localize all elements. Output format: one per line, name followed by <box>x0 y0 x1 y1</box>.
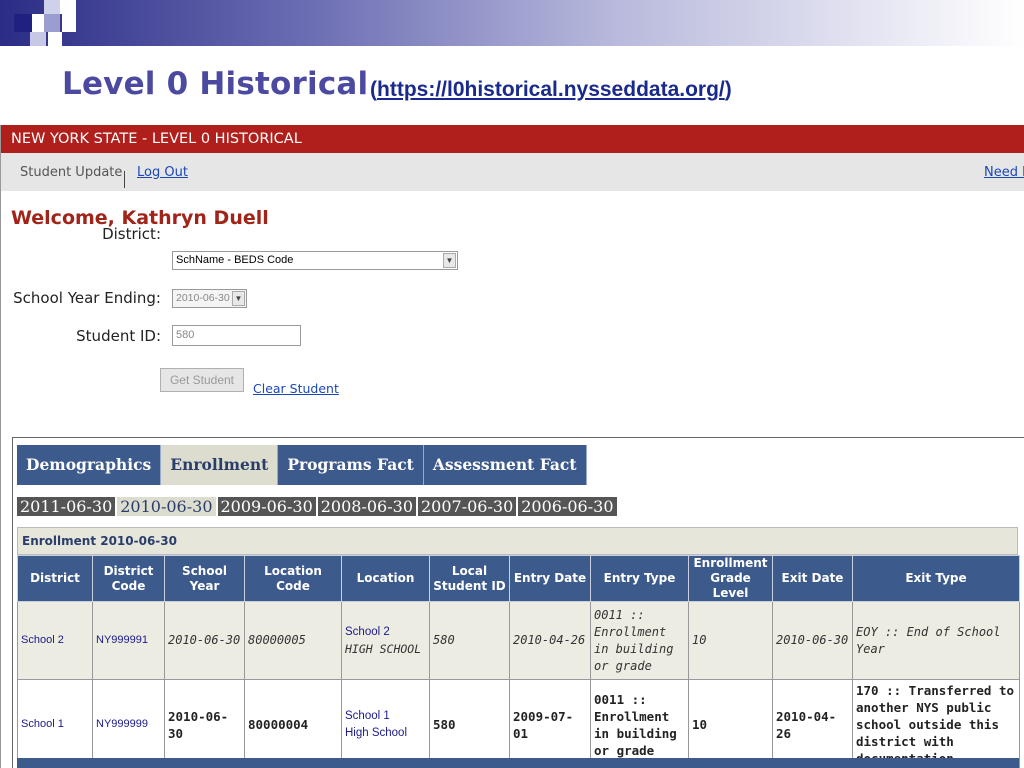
decorative-square <box>60 0 76 14</box>
year-tab-2006[interactable]: 2006-06-30 <box>518 497 617 516</box>
school-year-label: School Year Ending: <box>13 289 161 307</box>
cell-entry-date: 2009-07-01 <box>509 679 591 768</box>
district-label: District: <box>102 225 161 243</box>
cell-entry-type: 0011 :: Enrollment in building or grade <box>590 601 689 680</box>
cell-exit-type: 170 :: Transferred to another NYS public… <box>852 679 1020 768</box>
site-url-link[interactable]: https://l0historical.nysseddata.org/ <box>377 78 725 101</box>
year-tab-2007[interactable]: 2007-06-30 <box>418 497 517 516</box>
decorative-square <box>30 32 46 46</box>
year-tab-2011[interactable]: 2011-06-30 <box>17 497 116 516</box>
slide-link-wrapper: (https://l0historical.nysseddata.org/) <box>370 78 732 102</box>
tab-programs-fact[interactable]: Programs Fact <box>278 445 424 485</box>
cell-district-code: NY999991 <box>92 601 165 680</box>
tab-bar: Demographics Enrollment Programs Fact As… <box>17 445 587 485</box>
enrollment-table: District District Code School Year Locat… <box>17 555 1020 768</box>
year-tab-2008[interactable]: 2008-06-30 <box>317 497 416 516</box>
nav-help-link[interactable]: Need h <box>984 165 1024 180</box>
chevron-down-icon[interactable]: ▼ <box>232 291 245 306</box>
cell-exit-type: EOY :: End of School Year <box>852 601 1020 680</box>
student-id-input[interactable]: 580 <box>172 325 301 346</box>
year-tab-2010[interactable]: 2010-06-30 <box>117 497 216 516</box>
column-header[interactable]: Exit Date <box>772 555 853 602</box>
district-select[interactable]: SchName - BEDS Code ▼ <box>172 251 458 270</box>
table-row[interactable]: School 1 NY999999 2010-06-30 80000004 Sc… <box>17 679 1020 768</box>
column-header[interactable]: Location <box>341 555 430 602</box>
column-header[interactable]: District Code <box>92 555 165 602</box>
table-header-row: District District Code School Year Locat… <box>17 555 1020 602</box>
district-select-value: SchName - BEDS Code <box>176 254 294 266</box>
cell-district: School 2 <box>17 601 93 680</box>
student-id-label: Student ID: <box>76 327 161 345</box>
cell-school-year: 2010-06-30 <box>164 601 245 680</box>
cell-location: School 2 HIGH SCHOOL <box>341 601 430 680</box>
clear-student-link[interactable]: Clear Student <box>253 381 339 396</box>
column-header[interactable]: Enrollment Grade Level <box>688 555 773 602</box>
tab-assessment-fact[interactable]: Assessment Fact <box>423 445 587 485</box>
tab-demographics[interactable]: Demographics <box>17 445 162 485</box>
table-footer-bar <box>17 758 1019 768</box>
decorative-square <box>62 14 76 32</box>
decorative-square <box>44 0 60 14</box>
cell-district: School 1 <box>17 679 93 768</box>
location-type: HIGH SCHOOL <box>345 641 422 656</box>
year-tab-2009[interactable]: 2009-06-30 <box>217 497 316 516</box>
column-header[interactable]: Location Code <box>244 555 342 602</box>
paren-open: ( <box>370 78 377 101</box>
student-data-panel: Demographics Enrollment Programs Fact As… <box>12 437 1024 768</box>
location-name: School 2 <box>345 625 390 638</box>
app-header-title: NEW YORK STATE - LEVEL 0 HISTORICAL <box>1 125 1024 153</box>
get-student-button[interactable]: Get Student <box>160 368 244 392</box>
cell-school-year: 2010-06-30 <box>164 679 245 768</box>
decorative-square <box>44 14 60 32</box>
nav-student-update[interactable]: Student Update <box>20 165 122 180</box>
chevron-down-icon[interactable]: ▼ <box>443 253 456 268</box>
column-header[interactable]: District <box>17 555 93 602</box>
slide-title: Level 0 Historical <box>62 66 369 102</box>
cell-entry-date: 2010-04-26 <box>509 601 591 680</box>
decorative-square <box>14 14 32 32</box>
location-name: School 1 <box>345 709 390 722</box>
cell-location-code: 80000004 <box>244 679 342 768</box>
cell-grade-level: 10 <box>688 679 773 768</box>
tab-enrollment[interactable]: Enrollment <box>161 445 279 485</box>
cell-location-code: 80000005 <box>244 601 342 680</box>
cell-local-student-id: 580 <box>429 679 510 768</box>
cell-exit-date: 2010-06-30 <box>772 601 853 680</box>
cell-district-code: NY999999 <box>92 679 165 768</box>
school-year-select[interactable]: 2010-06-30 ▼ <box>172 289 247 308</box>
decorative-square <box>48 32 62 46</box>
nav-log-out-link[interactable]: Log Out <box>137 165 188 180</box>
location-type: High School <box>345 726 408 739</box>
school-year-select-value: 2010-06-30 <box>176 292 230 304</box>
table-row[interactable]: School 2 NY999991 2010-06-30 80000005 Sc… <box>17 601 1020 680</box>
cell-grade-level: 10 <box>688 601 773 680</box>
app-window: NEW YORK STATE - LEVEL 0 HISTORICAL Stud… <box>0 125 1024 768</box>
cell-local-student-id: 580 <box>429 601 510 680</box>
column-header[interactable]: Local Student ID <box>429 555 510 602</box>
paren-close: ) <box>724 78 732 101</box>
cell-exit-date: 2010-04-26 <box>772 679 853 768</box>
column-header[interactable]: Entry Type <box>590 555 689 602</box>
enrollment-caption: Enrollment 2010-06-30 <box>17 527 1018 555</box>
column-header[interactable]: School Year <box>164 555 245 602</box>
cell-location: School 1 High School <box>341 679 430 768</box>
column-header[interactable]: Exit Type <box>852 555 1020 602</box>
app-nav-bar: Student Update Log Out Need h <box>1 153 1024 191</box>
column-header[interactable]: Entry Date <box>509 555 591 602</box>
nav-separator <box>124 171 125 188</box>
slide-header-band <box>0 0 1024 46</box>
cell-entry-type: 0011 :: Enrollment in building or grade <box>590 679 689 768</box>
year-tab-bar: 2011-06-30 2010-06-30 2009-06-30 2008-06… <box>17 497 619 516</box>
